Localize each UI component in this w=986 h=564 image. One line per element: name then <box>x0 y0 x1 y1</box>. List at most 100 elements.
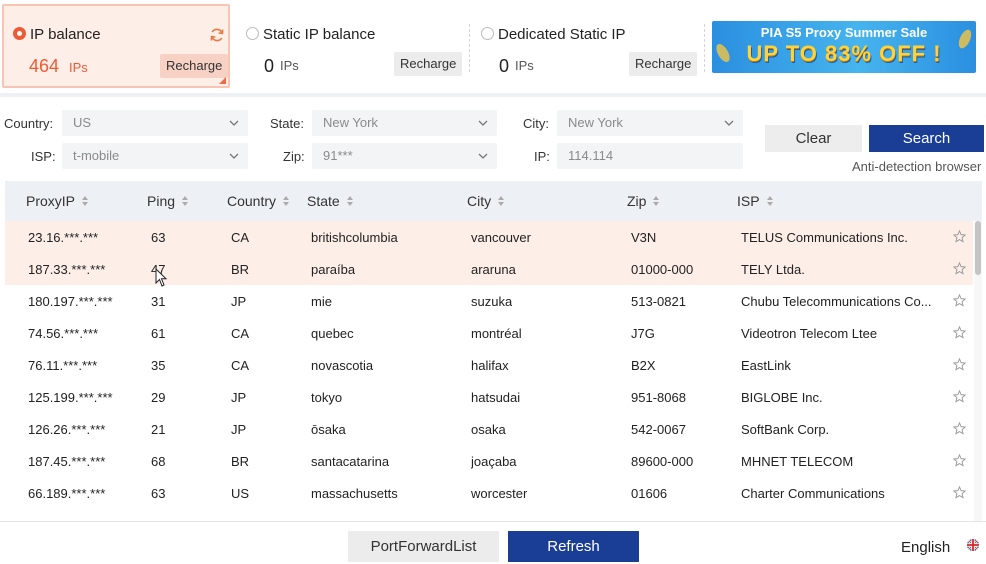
favorite-star-icon[interactable] <box>953 390 966 403</box>
column-header-isp[interactable]: ISP <box>737 193 774 209</box>
column-header-ping[interactable]: Ping <box>147 193 189 209</box>
sort-icon[interactable] <box>346 195 354 207</box>
column-header-city[interactable]: City <box>467 193 505 209</box>
ip-label: IP: <box>534 149 550 164</box>
column-header-zip[interactable]: Zip <box>627 193 660 209</box>
cell-zip: J7G <box>631 326 655 341</box>
cell-state: paraíba <box>311 262 356 277</box>
favorite-star-icon[interactable] <box>953 262 966 275</box>
table-row[interactable]: 126.26.***.*** 21 JP ōsaka osaka 542-0067 Soft… <box>5 413 973 445</box>
sort-icon[interactable] <box>81 195 89 207</box>
chevron-down-icon <box>478 120 488 126</box>
ip-input[interactable]: 114.114 <box>557 143 743 169</box>
isp-label: ISP: <box>31 149 56 164</box>
static-ip-radio[interactable] <box>246 27 259 40</box>
cell-zip: 513-0821 <box>631 294 686 309</box>
table-row[interactable]: 74.56.***.*** 61 CA quebec montréal J7G Videot… <box>5 317 973 349</box>
table-row[interactable]: 66.189.***.*** 63 US massachusetts worcester… <box>5 477 973 509</box>
country-select[interactable]: US <box>62 110 248 136</box>
table-row[interactable]: 187.33.***.*** 47 BR paraíba araruna 01000-00… <box>5 253 973 285</box>
ip-balance-card[interactable]: IP balance 464 IPs Recharge <box>2 4 230 88</box>
static-ip-balance-card[interactable]: Static IP balance 0 IPs Recharge <box>240 4 465 88</box>
column-header-state[interactable]: State <box>307 193 354 209</box>
search-button[interactable]: Search <box>869 125 984 152</box>
cell-state: mie <box>311 294 332 309</box>
chevron-down-icon <box>478 153 488 159</box>
isp-value: t-mobile <box>73 148 120 163</box>
cell-zip: V3N <box>631 230 657 245</box>
mouse-cursor-icon <box>155 268 168 287</box>
dedicated-ip-radio[interactable] <box>481 27 494 40</box>
cell-ip: 126.26.***.*** <box>28 422 106 437</box>
sort-icon[interactable] <box>181 195 189 207</box>
sort-icon[interactable] <box>652 195 660 207</box>
ip-balance-value: 464 <box>29 56 60 76</box>
table-row[interactable]: 125.199.***.*** 29 JP tokyo hatsudai 951-8068… <box>5 381 973 413</box>
dedicated-static-ip-card[interactable]: Dedicated Static IP 0 IPs Recharge <box>475 4 700 88</box>
table-row[interactable]: 76.11.***.*** 35 CA novascotia halifax B2X Eas… <box>5 349 973 381</box>
anti-detection-browser-link[interactable]: Anti-detection browser <box>852 159 981 174</box>
language-selector[interactable]: English <box>901 539 950 556</box>
state-select[interactable]: New York <box>312 110 497 136</box>
sort-icon[interactable] <box>497 195 505 207</box>
cell-ip: 125.199.***.*** <box>28 390 113 405</box>
dedicated-recharge-button[interactable]: Recharge <box>629 52 698 76</box>
cell-isp: BIGLOBE Inc. <box>741 390 823 405</box>
favorite-star-icon[interactable] <box>953 358 966 371</box>
cell-ip: 74.56.***.*** <box>28 326 99 341</box>
favorite-star-icon[interactable] <box>953 230 966 243</box>
cell-country: JP <box>231 390 247 405</box>
zip-select[interactable]: 91*** <box>312 143 497 169</box>
favorite-star-icon[interactable] <box>953 454 966 467</box>
cell-city: suzuka <box>471 294 513 309</box>
favorite-star-icon[interactable] <box>953 294 966 307</box>
static-recharge-button[interactable]: Recharge <box>394 52 463 76</box>
table-scrollbar-thumb[interactable] <box>975 221 981 275</box>
refresh-balance-icon[interactable] <box>209 27 225 43</box>
state-value: New York <box>323 115 378 130</box>
cell-isp: EastLink <box>741 358 791 373</box>
cell-state: britishcolumbia <box>311 230 398 245</box>
cell-state: novascotia <box>311 358 374 373</box>
footer-divider <box>0 521 986 522</box>
table-row[interactable]: 180.197.***.*** 31 JP mie suzuka 513-0821 Chub… <box>5 285 973 317</box>
summer-sale-banner[interactable]: PIA S5 Proxy Summer Sale UP TO 83% OFF ! <box>712 21 976 73</box>
port-forward-list-button[interactable]: PortForwardList <box>348 531 499 562</box>
static-ip-unit: IPs <box>280 58 299 73</box>
chevron-down-icon <box>229 153 239 159</box>
country-label: Country: <box>4 116 54 131</box>
sort-icon[interactable] <box>766 195 774 207</box>
card-divider <box>469 24 470 72</box>
balance-bar: IP balance 464 IPs Recharge Static IP ba… <box>0 0 986 92</box>
section-divider <box>0 93 986 97</box>
cell-state: quebec <box>311 326 354 341</box>
chevron-down-icon <box>229 120 239 126</box>
uk-flag-icon[interactable] <box>967 539 979 551</box>
cell-ip: 187.45.***.*** <box>28 454 106 469</box>
cell-isp: SoftBank Corp. <box>741 422 830 437</box>
cell-ip: 187.33.***.*** <box>28 262 106 277</box>
city-select[interactable]: New York <box>557 110 743 136</box>
country-value: US <box>73 115 92 130</box>
isp-select[interactable]: t-mobile <box>62 143 248 169</box>
column-header-proxyip[interactable]: ProxyIP <box>26 193 89 209</box>
cell-city: worcester <box>471 486 528 501</box>
table-row[interactable]: 23.16.***.*** 63 CA britishcolumbia vancouve… <box>5 221 973 253</box>
ip-recharge-button[interactable]: Recharge <box>160 54 229 78</box>
sort-icon[interactable] <box>282 195 290 207</box>
cell-city: hatsudai <box>471 390 521 405</box>
clear-button[interactable]: Clear <box>765 125 862 152</box>
cell-zip: 89600-000 <box>631 454 694 469</box>
favorite-star-icon[interactable] <box>953 422 966 435</box>
table-row[interactable]: 187.45.***.*** 68 BR santacatarina joaçaba 89… <box>5 445 973 477</box>
cell-ping: 35 <box>151 358 166 373</box>
favorite-star-icon[interactable] <box>953 326 966 339</box>
refresh-button[interactable]: Refresh <box>508 531 639 562</box>
selected-corner-mark <box>219 77 226 84</box>
cell-isp: Chubu Telecommunications Co... <box>741 294 932 309</box>
cell-isp: TELY Ltda. <box>741 262 805 277</box>
column-header-country[interactable]: Country <box>227 193 290 209</box>
cell-city: osaka <box>471 422 506 437</box>
favorite-star-icon[interactable] <box>953 486 966 499</box>
ip-balance-radio[interactable] <box>13 27 26 40</box>
